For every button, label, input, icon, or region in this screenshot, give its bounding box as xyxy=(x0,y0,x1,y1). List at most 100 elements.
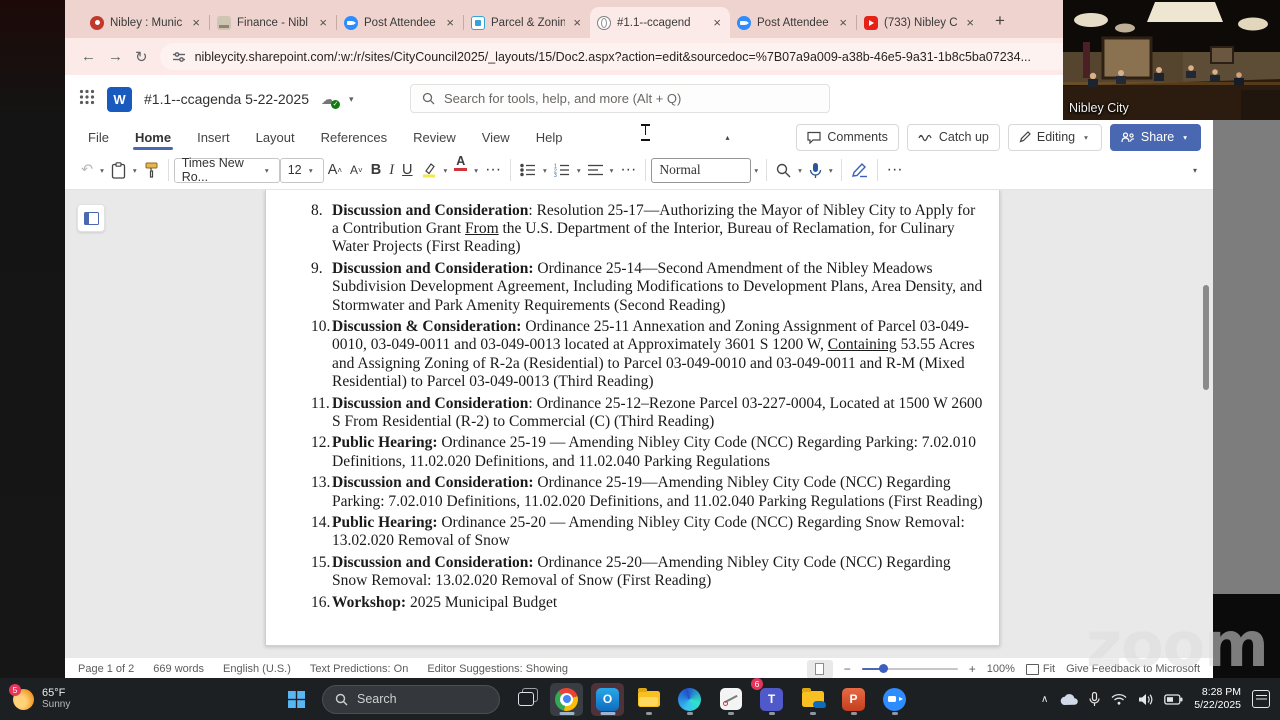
share-button[interactable]: Share ▾ xyxy=(1109,123,1201,151)
tab-close-icon[interactable]: × xyxy=(964,16,976,29)
edge-taskbar-icon[interactable] xyxy=(673,683,706,716)
language-indicator[interactable]: English (U.S.) xyxy=(223,663,291,675)
styles-combo[interactable]: Normal xyxy=(651,157,752,183)
notification-center-icon[interactable] xyxy=(1252,690,1270,708)
battery-icon[interactable] xyxy=(1164,693,1183,705)
zoom-level[interactable]: 100% xyxy=(987,663,1015,675)
powerpoint-taskbar-icon[interactable]: P xyxy=(837,683,870,716)
video-window[interactable]: Nibley City xyxy=(1063,0,1280,120)
paste-dropdown-icon[interactable]: ▾ xyxy=(130,166,140,175)
outlook-taskbar-icon[interactable]: O xyxy=(591,682,624,716)
document-title[interactable]: #1.1--ccagenda 5-22-2025 xyxy=(144,91,309,107)
menu-layout[interactable]: Layout xyxy=(243,123,308,151)
page-view-button[interactable] xyxy=(806,659,833,679)
tab-close-icon[interactable]: × xyxy=(317,16,329,29)
onedrive-cloud-icon[interactable] xyxy=(1059,693,1079,706)
find-dropdown-icon[interactable]: ▾ xyxy=(795,166,805,175)
menu-home[interactable]: Home xyxy=(122,123,184,151)
zoom-in-button[interactable]: + xyxy=(969,662,976,676)
menu-view[interactable]: View xyxy=(469,123,523,151)
zoom-slider-thumb[interactable] xyxy=(878,664,888,674)
ribbon-options-icon[interactable]: ▾ xyxy=(1193,166,1201,175)
browser-tab[interactable]: #1.1--ccagend × xyxy=(590,7,730,38)
menu-file[interactable]: File xyxy=(75,123,122,151)
font-size-combo[interactable]: 12 ▾ xyxy=(279,157,324,183)
forward-icon[interactable]: → xyxy=(108,48,123,65)
menu-help[interactable]: Help xyxy=(523,123,576,151)
tab-close-icon[interactable]: × xyxy=(190,16,202,29)
page-indicator[interactable]: Page 1 of 2 xyxy=(78,663,134,675)
undo-button[interactable]: ↶ xyxy=(77,156,97,184)
editing-mode-button[interactable]: Editing ▾ xyxy=(1007,123,1102,151)
font-color-dropdown-icon[interactable]: ▾ xyxy=(471,166,481,175)
taskbar-clock[interactable]: 8:28 PM 5/22/2025 xyxy=(1194,686,1241,712)
saved-to-cloud-icon[interactable]: ☁ ✓ xyxy=(321,91,341,109)
highlight-dropdown-icon[interactable]: ▾ xyxy=(441,166,451,175)
refresh-icon[interactable]: ↻ xyxy=(135,48,148,66)
weather-widget[interactable]: 5 65°F Sunny xyxy=(0,683,70,711)
grow-font-button[interactable]: A ˄ xyxy=(324,156,346,184)
tray-chevron-icon[interactable]: ∧ xyxy=(1041,694,1048,705)
zoom-out-button[interactable]: − xyxy=(844,662,851,676)
tab-close-icon[interactable]: × xyxy=(711,16,723,29)
pane-toggle-button[interactable] xyxy=(77,204,105,232)
app-launcher-icon[interactable] xyxy=(79,89,95,110)
ribbon-overflow-button[interactable]: ··· xyxy=(883,156,907,184)
tab-close-icon[interactable]: × xyxy=(444,16,456,29)
bullets-button[interactable] xyxy=(516,156,540,184)
browser-tab[interactable]: Finance - Nibl × xyxy=(210,7,336,38)
dictate-dropdown-icon[interactable]: ▾ xyxy=(826,166,836,175)
onedrive-taskbar-icon[interactable] xyxy=(796,683,829,716)
font-overflow-button[interactable]: ··· xyxy=(481,156,505,184)
text-predictions[interactable]: Text Predictions: On xyxy=(310,663,408,675)
wifi-icon[interactable] xyxy=(1111,693,1127,705)
styles-dropdown-icon[interactable]: ▾ xyxy=(751,166,761,175)
collapse-ribbon-icon[interactable]: ▴ xyxy=(725,133,729,142)
undo-dropdown-icon[interactable]: ▾ xyxy=(97,166,107,175)
editor-suggestions[interactable]: Editor Suggestions: Showing xyxy=(427,663,568,675)
chrome-taskbar-icon[interactable] xyxy=(550,682,583,716)
taskbar-search[interactable]: Search xyxy=(322,684,500,714)
browser-tab[interactable]: Post Attendee × xyxy=(337,7,463,38)
numbering-dropdown-icon[interactable]: ▾ xyxy=(574,166,584,175)
menu-insert[interactable]: Insert xyxy=(184,123,243,151)
tab-close-icon[interactable]: × xyxy=(571,16,583,29)
tab-close-icon[interactable]: × xyxy=(837,16,849,29)
align-dropdown-icon[interactable]: ▾ xyxy=(607,166,617,175)
snip-taskbar-icon[interactable] xyxy=(714,683,747,716)
bold-button[interactable]: B xyxy=(367,156,385,184)
browser-tab[interactable]: Parcel & Zonin × xyxy=(464,7,590,38)
format-painter-button[interactable] xyxy=(140,156,163,184)
underline-button[interactable]: U xyxy=(398,156,416,184)
zoomapp-taskbar-icon[interactable] xyxy=(878,683,911,716)
word-count[interactable]: 669 words xyxy=(153,663,204,675)
new-tab-button[interactable]: + xyxy=(995,11,1005,31)
zoom-slider[interactable] xyxy=(861,664,958,674)
explorer-taskbar-icon[interactable] xyxy=(632,683,665,716)
taskview-taskbar-icon[interactable] xyxy=(509,683,542,716)
address-bar[interactable]: nibleycity.sharepoint.com/:w:/r/sites/Ci… xyxy=(159,43,1197,70)
paste-button[interactable] xyxy=(107,156,130,184)
title-dropdown-icon[interactable]: ▾ xyxy=(349,94,354,105)
start-button[interactable] xyxy=(280,683,313,716)
highlight-button[interactable] xyxy=(417,156,441,184)
paragraph-overflow-button[interactable]: ··· xyxy=(616,156,640,184)
font-name-combo[interactable]: Times New Ro... ▾ xyxy=(173,156,280,184)
teams-taskbar-icon[interactable]: T6 xyxy=(751,677,788,716)
back-icon[interactable]: ← xyxy=(81,48,96,65)
document-scrollbar[interactable] xyxy=(1203,285,1209,390)
browser-tab[interactable]: Nibley : Munic × xyxy=(83,7,209,38)
browser-tab[interactable]: Post Attendee × xyxy=(730,7,856,38)
browser-tab[interactable]: (733) Nibley C × xyxy=(857,7,983,38)
fit-button[interactable]: Fit xyxy=(1025,663,1055,675)
microphone-icon[interactable] xyxy=(1089,691,1100,707)
word-search-box[interactable]: Search for tools, help, and more (Alt + … xyxy=(410,84,830,113)
shrink-font-button[interactable]: A ˅ xyxy=(346,156,367,184)
bullets-dropdown-icon[interactable]: ▾ xyxy=(540,166,550,175)
menu-references[interactable]: References xyxy=(308,123,400,151)
editor-button[interactable] xyxy=(847,156,872,184)
dictate-button[interactable] xyxy=(805,156,826,184)
italic-button[interactable]: I xyxy=(385,156,398,184)
font-color-button[interactable]: A xyxy=(450,155,471,184)
find-button[interactable] xyxy=(772,156,795,184)
